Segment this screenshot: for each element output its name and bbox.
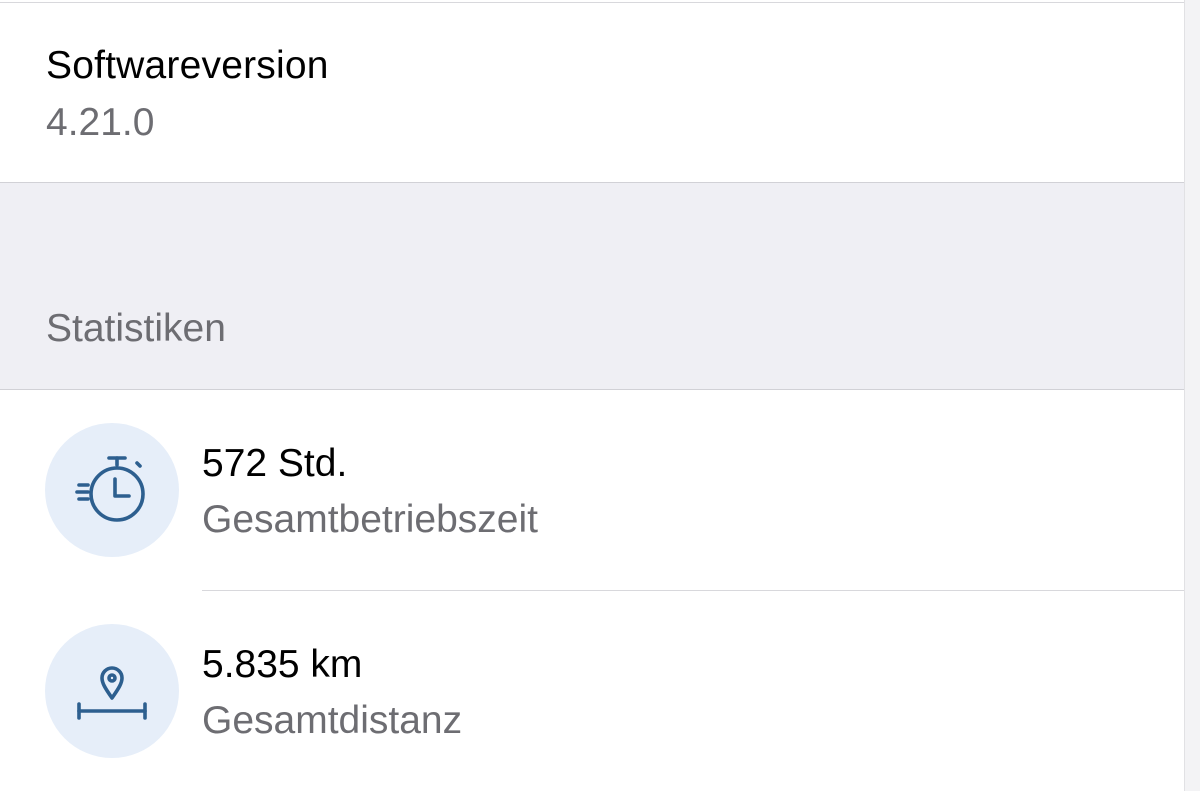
statistics-section-title: Statistiken — [46, 307, 226, 350]
operating-time-label: Gesamtbetriebszeit — [202, 498, 538, 541]
stopwatch-icon — [45, 423, 179, 557]
operating-time-value: 572 Std. — [202, 442, 348, 485]
total-distance-value: 5.835 km — [202, 643, 363, 686]
location-distance-icon — [45, 624, 179, 758]
total-distance-label: Gesamtdistanz — [202, 699, 463, 742]
statistics-section-header: Statistiken — [0, 182, 1200, 390]
software-version-row: Softwareversion 4.21.0 — [0, 0, 1200, 183]
software-version-value: 4.21.0 — [46, 101, 155, 144]
divider — [0, 0, 1200, 3]
stat-row-operating-time: 572 Std. Gesamtbetriebszeit — [0, 390, 1200, 590]
settings-page: Softwareversion 4.21.0 Statistiken 572 S… — [0, 0, 1200, 791]
scrollbar[interactable] — [1184, 0, 1200, 791]
software-version-title: Softwareversion — [46, 44, 329, 87]
stat-row-total-distance: 5.835 km Gesamtdistanz — [0, 591, 1200, 791]
